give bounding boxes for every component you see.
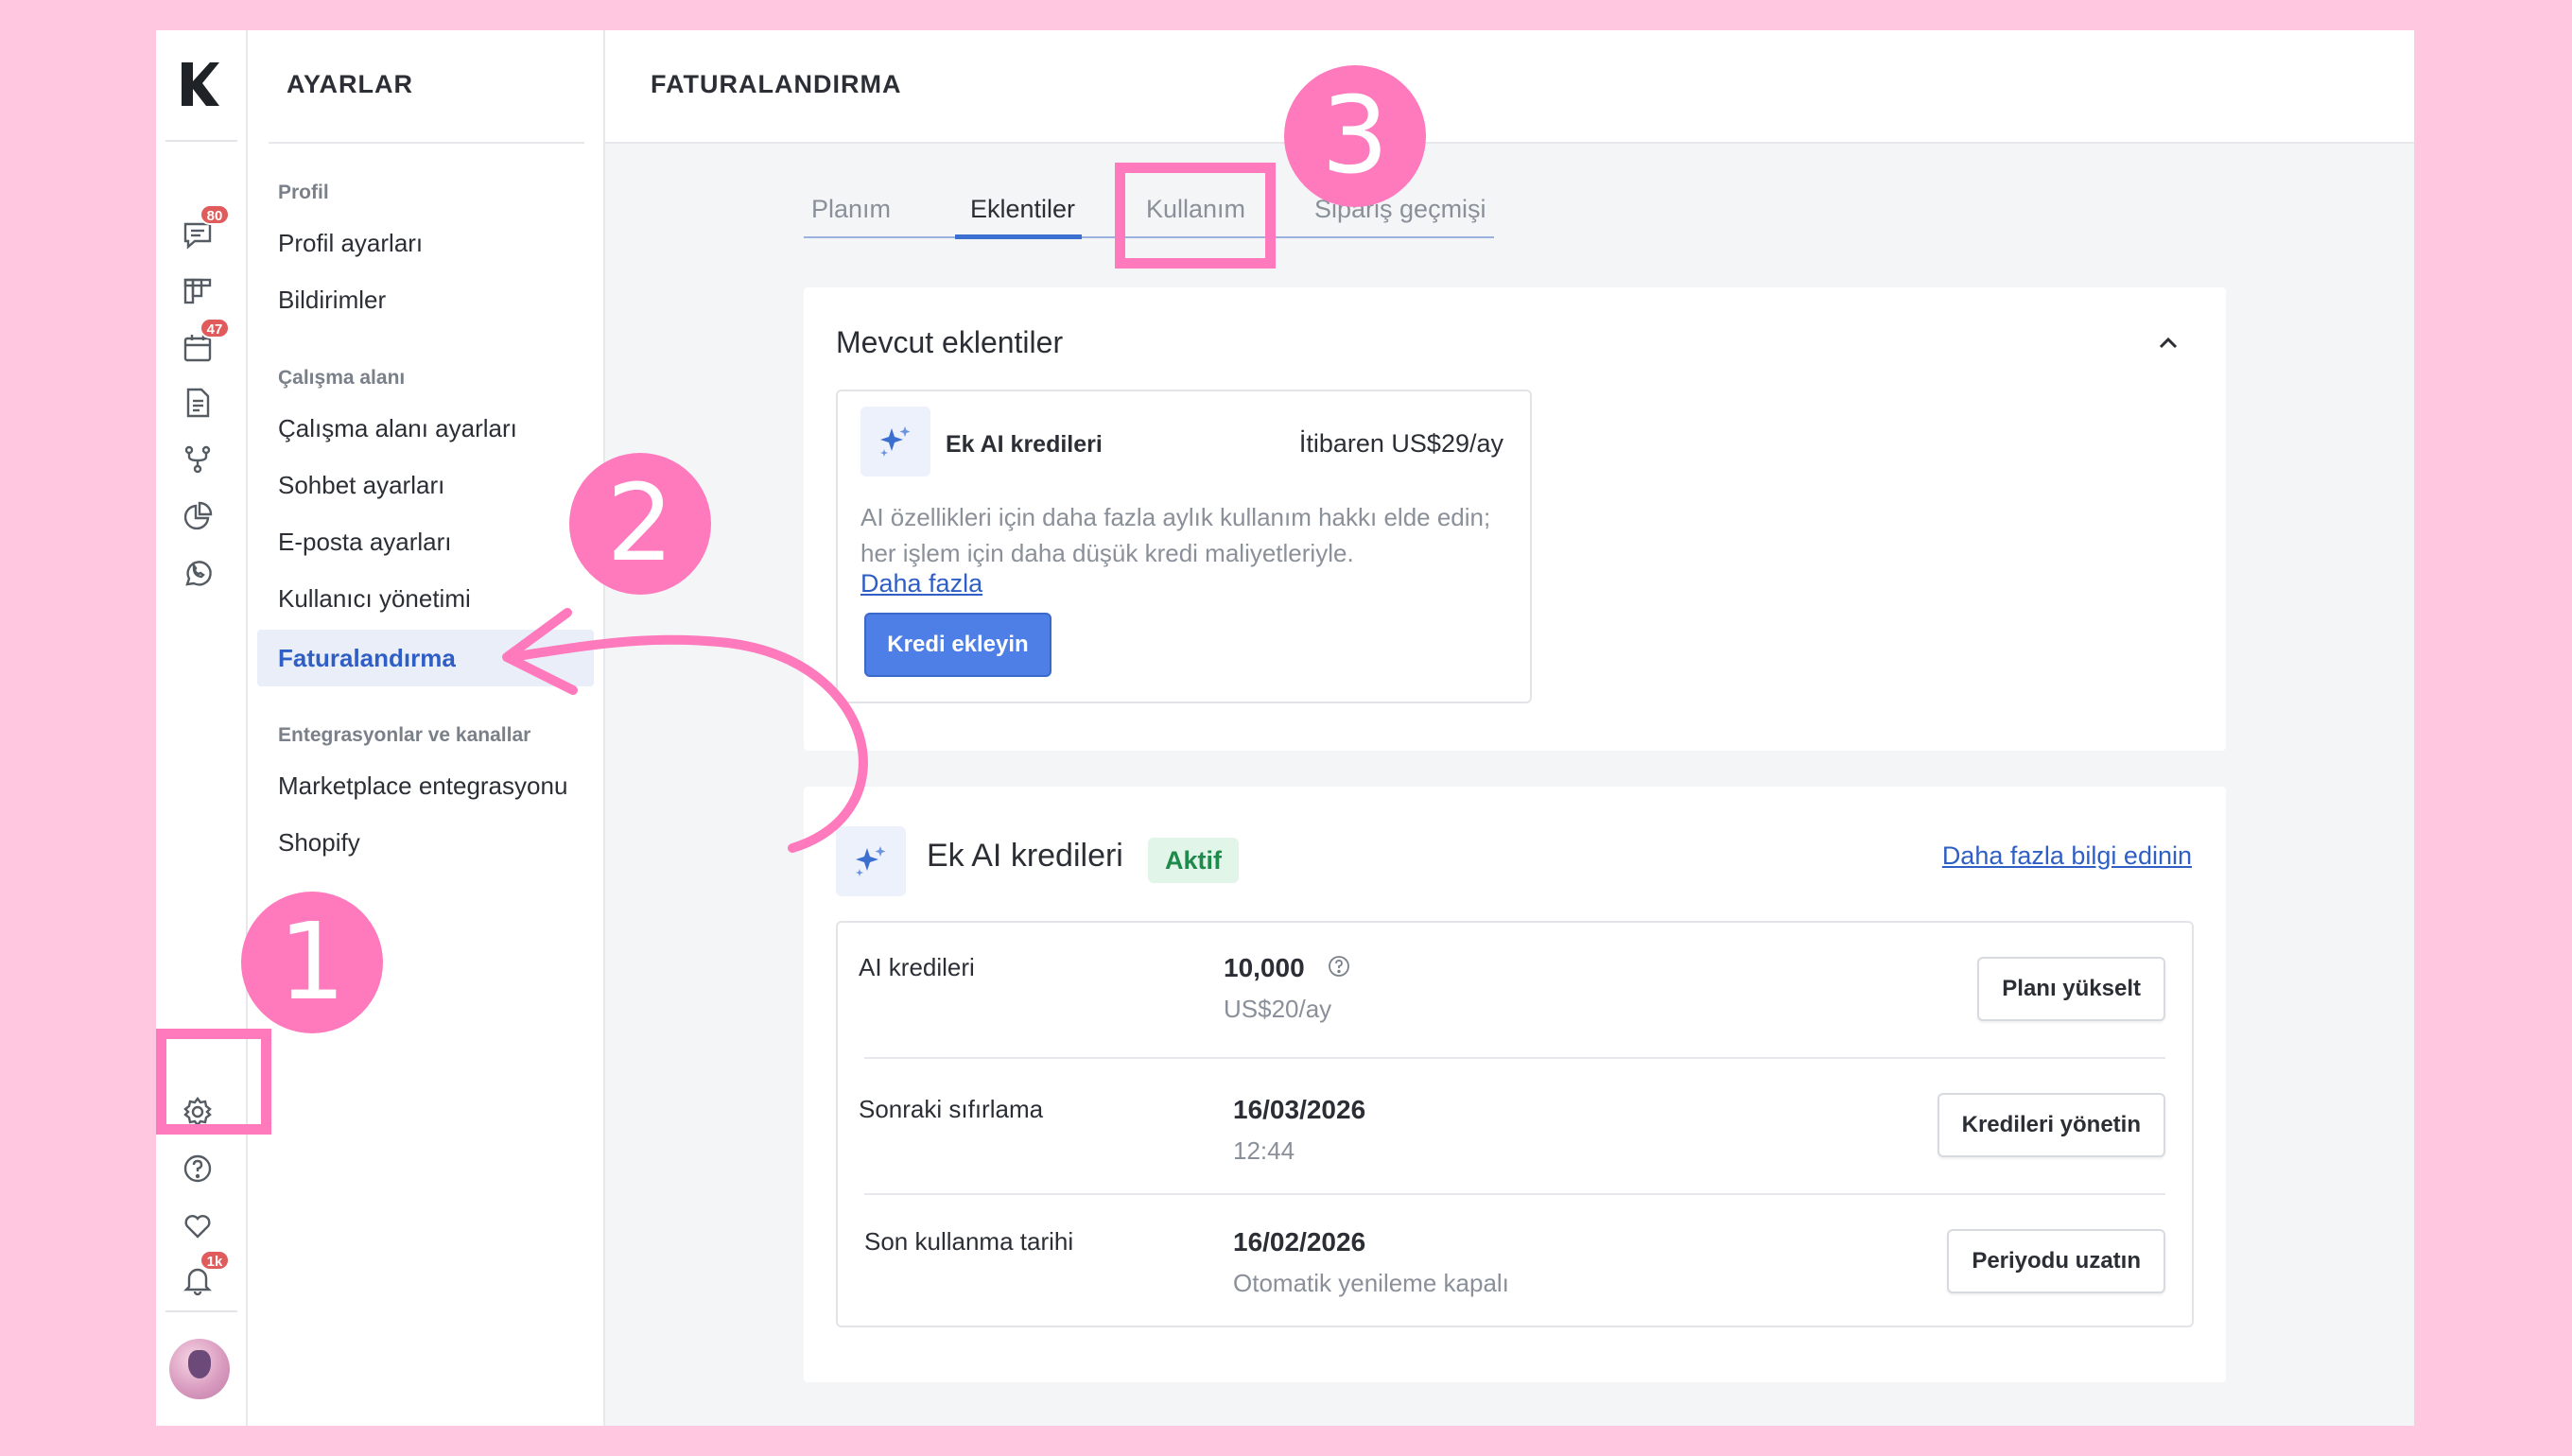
calendar-icon[interactable]: 47 — [179, 318, 230, 367]
row-divider — [864, 1193, 2165, 1195]
question-icon[interactable] — [1328, 955, 1350, 978]
row-label-expiry: Son kullanma tarihi — [864, 1227, 1074, 1256]
chat-icon[interactable]: 80 — [179, 204, 230, 253]
section-heading-profile: Profil — [278, 182, 329, 203]
rail-divider — [165, 1310, 237, 1312]
notifications-badge: 1k — [200, 1250, 230, 1271]
app-logo[interactable] — [178, 61, 221, 108]
annotation-step-2: 2 — [569, 453, 711, 595]
add-credits-button[interactable]: Kredi ekleyin — [864, 613, 1051, 677]
sidebar-item-shopify[interactable]: Shopify — [278, 828, 360, 858]
rail-divider — [165, 140, 237, 142]
tab-addons[interactable]: Eklentiler — [970, 195, 1075, 224]
heart-icon[interactable] — [179, 1206, 217, 1244]
main-content: FATURALANDIRMA Planım Eklentiler Kullanı… — [605, 30, 2414, 1426]
learn-more-link[interactable]: Daha fazla bilgi edinin — [1942, 841, 2192, 871]
active-tab-indicator — [955, 234, 1082, 239]
available-addons-card: Mevcut eklentiler Ek AI kredileri İtibar… — [804, 287, 2226, 751]
annotation-step-3: 3 — [1284, 65, 1426, 207]
whatsapp-icon[interactable] — [179, 554, 217, 592]
chevron-up-icon[interactable] — [2154, 329, 2182, 357]
annotation-box-settings — [156, 1029, 271, 1135]
extend-period-button[interactable]: Periyodu uzatın — [1947, 1229, 2165, 1293]
document-icon[interactable] — [179, 384, 217, 422]
sidebar-item-email-settings[interactable]: E-posta ayarları — [278, 528, 452, 557]
more-link[interactable]: Daha fazla — [860, 569, 982, 598]
sidebar-item-workspace-settings[interactable]: Çalışma alanı ayarları — [278, 414, 517, 443]
settings-sidebar: AYARLAR Profil Profil ayarları Bildiriml… — [248, 30, 605, 1426]
row-divider — [864, 1057, 2165, 1059]
ai-credits-value: 10,000 — [1224, 953, 1305, 982]
calendar-badge: 47 — [200, 318, 230, 338]
status-badge: Aktif — [1148, 838, 1239, 883]
next-reset-date: 16/03/2026 — [1233, 1095, 1366, 1124]
sidebar-item-marketplace[interactable]: Marketplace entegrasyonu — [278, 771, 567, 801]
sparkle-icon — [836, 826, 906, 896]
workflow-icon[interactable] — [179, 441, 217, 478]
annotation-box-usage-tab — [1115, 163, 1276, 269]
credits-table: AI kredileri 10,000 US$20/ay Planı yükse… — [836, 921, 2194, 1327]
active-addon-card: Ek AI kredileri Aktif Daha fazla bilgi e… — [804, 787, 2226, 1382]
help-icon[interactable] — [179, 1150, 217, 1187]
tab-my-plan[interactable]: Planım — [811, 195, 891, 224]
addon-offer: Ek AI kredileri İtibaren US$29/ay AI öze… — [836, 390, 1532, 703]
ai-credits-price: US$20/ay — [1224, 995, 1332, 1023]
manage-credits-button[interactable]: Kredileri yönetin — [1937, 1093, 2165, 1157]
row-label-ai-credits: AI kredileri — [859, 953, 975, 981]
settings-divider — [269, 142, 584, 144]
section-heading-integrations: Entegrasyonlar ve kanallar — [278, 724, 531, 746]
sparkle-icon — [860, 407, 930, 477]
pie-chart-icon[interactable] — [179, 497, 217, 535]
next-reset-time: 12:44 — [1233, 1136, 1295, 1165]
sidebar-item-notifications[interactable]: Bildirimler — [278, 286, 386, 315]
section-heading-workspace: Çalışma alanı — [278, 367, 406, 389]
page-title: FATURALANDIRMA — [651, 70, 902, 98]
addon-name: Ek AI kredileri — [946, 431, 1103, 458]
sidebar-item-profile-settings[interactable]: Profil ayarları — [278, 229, 423, 258]
annotation-step-1: 1 — [241, 892, 383, 1033]
sidebar-item-billing[interactable]: Faturalandırma — [257, 630, 594, 686]
user-avatar[interactable] — [169, 1339, 230, 1399]
sidebar-item-chat-settings[interactable]: Sohbet ayarları — [278, 471, 444, 500]
bell-icon[interactable]: 1k — [179, 1250, 230, 1299]
active-addon-title: Ek AI kredileri — [927, 838, 1123, 874]
expiry-date: 16/02/2026 — [1233, 1227, 1366, 1257]
auto-renew-status: Otomatik yenileme kapalı — [1233, 1269, 1509, 1297]
row-label-next-reset: Sonraki sıfırlama — [859, 1095, 1044, 1123]
app-window: 80 47 1k AYARLAR Profil Profil ayarları … — [156, 30, 2414, 1426]
icon-rail: 80 47 1k — [156, 30, 248, 1426]
addon-price: İtibaren US$29/ay — [1298, 429, 1503, 458]
upgrade-plan-button[interactable]: Planı yükselt — [1977, 957, 2165, 1021]
available-addons-title: Mevcut eklentiler — [836, 325, 1064, 359]
settings-title: AYARLAR — [287, 70, 414, 98]
top-bar: FATURALANDIRMA — [605, 30, 2414, 144]
kanban-icon[interactable] — [179, 272, 217, 310]
sidebar-item-user-management[interactable]: Kullanıcı yönetimi — [278, 584, 471, 614]
addon-description: AI özellikleri için daha fazla aylık kul… — [860, 503, 1491, 567]
chat-badge: 80 — [200, 204, 230, 225]
